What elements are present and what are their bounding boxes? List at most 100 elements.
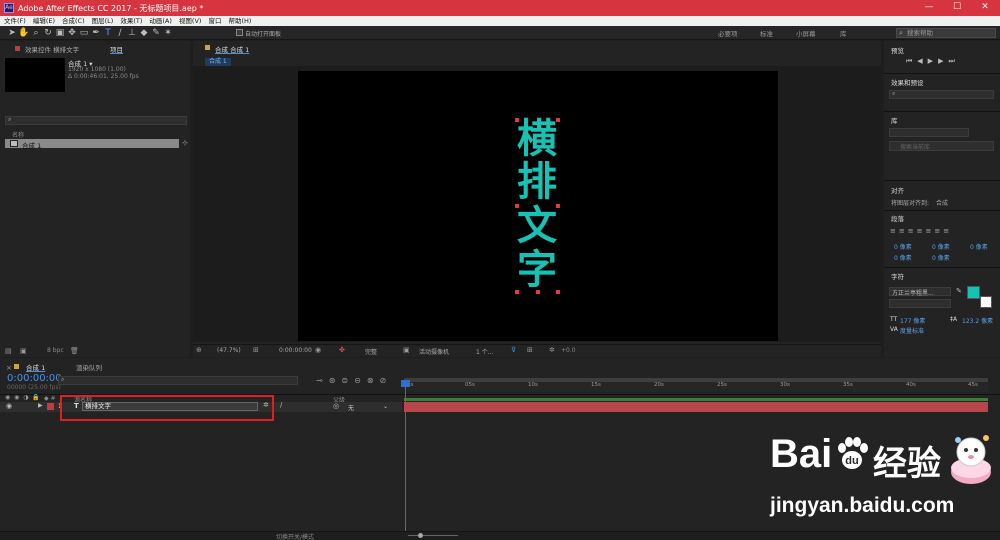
space-after-value[interactable]: 0 像素 [932, 253, 950, 262]
brush-tool-icon[interactable]: ∕ [114, 27, 126, 39]
workspace-essentials[interactable]: 必要项 [718, 28, 738, 38]
parent-pick-whip-icon[interactable]: ◎ [333, 402, 339, 410]
pen-tool-icon[interactable]: ✒ [90, 27, 102, 39]
hand-tool-icon[interactable]: ✋ [18, 27, 30, 39]
maximize-button[interactable]: ☐ [944, 1, 970, 14]
menu-animation[interactable]: 动画(A) [145, 16, 175, 26]
selection-tool-icon[interactable]: ➤ [6, 27, 18, 39]
project-search-input[interactable] [5, 116, 187, 125]
fill-color-swatch[interactable] [967, 286, 980, 299]
chevron-down-icon[interactable]: ⌄ [383, 403, 388, 410]
auto-open-checkbox[interactable] [236, 29, 243, 36]
menu-layer[interactable]: 图层(L) [88, 16, 117, 26]
menu-file[interactable]: 文件(F) [0, 16, 29, 26]
menu-composition[interactable]: 合成(C) [58, 16, 88, 26]
camera-select[interactable]: 活动摄像机 [419, 347, 449, 356]
menu-window[interactable]: 窗口 [204, 16, 224, 26]
transform-handle[interactable] [556, 290, 560, 294]
workspace-small-screen[interactable]: 小屏幕 [796, 28, 816, 38]
visibility-eye-icon[interactable]: ◉ [6, 402, 12, 410]
clone-tool-icon[interactable]: ⊥ [126, 27, 138, 39]
layer-color-label[interactable] [47, 403, 54, 410]
font-size-value[interactable]: 177 像素 [900, 316, 925, 325]
first-line-indent-value[interactable]: 0 像素 [894, 253, 912, 262]
col-name-header[interactable]: 名称 [12, 130, 24, 139]
menu-help[interactable]: 帮助(H) [224, 16, 254, 26]
bpc-label[interactable]: 8 bpc [47, 347, 64, 354]
stroke-color-swatch[interactable] [980, 296, 992, 308]
rotate-tool-icon[interactable]: ↻ [42, 27, 54, 39]
toggle-switches-modes[interactable]: 切换开关/模式 [276, 532, 314, 540]
close-tab-icon[interactable]: × [6, 364, 12, 372]
breadcrumb[interactable]: 合成 1 [205, 58, 231, 66]
color-icon[interactable]: ✤ [339, 346, 345, 354]
library-select[interactable] [889, 128, 969, 137]
indent-right-value[interactable]: 0 像素 [970, 242, 988, 251]
space-before-value[interactable]: 0 像素 [932, 242, 950, 251]
new-comp-icon[interactable]: ▣ [20, 347, 27, 355]
zoom-tool-icon[interactable]: ⌕ [30, 27, 42, 39]
align-header[interactable]: 对齐 [891, 185, 904, 195]
quality-switch-icon[interactable]: ∕ [280, 401, 282, 409]
magnify-icon[interactable]: ⊕ [196, 346, 202, 354]
zoom-level[interactable]: (47.7%) [217, 347, 241, 354]
zoom-slider-thumb[interactable] [418, 533, 423, 538]
expand-layer-icon[interactable]: ▶ [38, 402, 43, 409]
timeline-search-input[interactable] [58, 376, 298, 385]
menu-effect[interactable]: 效果(T) [116, 16, 145, 26]
preview-header[interactable]: 预览 [891, 45, 904, 55]
eyedropper-icon[interactable]: ✎ [956, 287, 962, 295]
current-time[interactable]: 0:00:00:00 [7, 373, 62, 384]
transform-handle[interactable] [515, 118, 519, 122]
exposure-value[interactable]: +0.0 [561, 347, 576, 354]
pan-behind-tool-icon[interactable]: ✥ [66, 27, 78, 39]
workspace-standard[interactable]: 标准 [760, 28, 773, 38]
leading-value[interactable]: 123.2 像素 [962, 316, 993, 325]
resolution-select[interactable]: 完整 [365, 347, 377, 356]
rectangle-tool-icon[interactable]: ▭ [78, 27, 90, 39]
region-icon[interactable]: ▣ [403, 346, 410, 354]
camera-tool-icon[interactable]: ▣ [54, 27, 66, 39]
library-header[interactable]: 库 [891, 115, 898, 125]
align-to-select[interactable]: 合成 [936, 198, 948, 207]
character-header[interactable]: 字符 [891, 271, 904, 281]
tab-composition[interactable]: 合成 合成 1 [215, 44, 249, 54]
roto-tool-icon[interactable]: ✎ [150, 27, 162, 39]
playhead-line[interactable] [405, 382, 406, 540]
transform-handle[interactable] [515, 204, 519, 208]
fast-preview-icon[interactable]: ⊽ [511, 346, 516, 354]
kerning-value[interactable]: 度量标准 [900, 326, 924, 335]
transform-handle[interactable] [536, 290, 540, 294]
tab-render-queue[interactable]: 渲染队列 [76, 362, 102, 372]
timeline-switches[interactable]: ⊸⊛⊜⊝⊗⊘ [316, 376, 392, 385]
text-tool-icon[interactable]: T [102, 27, 114, 39]
transform-handle[interactable] [556, 204, 560, 208]
menu-view[interactable]: 视图(V) [175, 16, 205, 26]
menu-edit[interactable]: 编辑(E) [29, 16, 58, 26]
fit-icon[interactable]: ⊞ [253, 346, 259, 354]
trash-icon[interactable]: 🗑 [70, 347, 79, 355]
zoom-slider[interactable] [408, 535, 458, 536]
new-folder-icon[interactable]: ▤ [5, 347, 12, 355]
puppet-tool-icon[interactable]: ✶ [162, 27, 174, 39]
flowchart-icon[interactable]: ⊹ [182, 139, 188, 147]
tab-effect-controls[interactable]: 效果控件 横排文字 [25, 44, 79, 54]
viewer-timecode[interactable]: 0:00:00:00 [279, 347, 312, 354]
font-family-select[interactable]: 方正兰亭粗黑... [889, 287, 951, 297]
snapshot-icon[interactable]: ◉ [315, 346, 321, 354]
transform-handle[interactable] [556, 118, 560, 122]
time-ruler[interactable] [404, 382, 988, 392]
playback-controls[interactable]: ⏮◀▶▶⏭ [906, 57, 960, 66]
font-style-select[interactable] [889, 299, 951, 308]
paragraph-align-buttons[interactable]: ≡≡≡≡≡≡≡ [890, 227, 952, 235]
workspace-library[interactable]: 库 [840, 28, 847, 38]
close-button[interactable]: ✕ [972, 1, 998, 14]
layer-duration-bar[interactable] [404, 402, 988, 412]
transform-handle[interactable] [515, 290, 519, 294]
grid-icon[interactable]: ⊞ [527, 346, 533, 354]
tab-timeline-comp[interactable]: 合成 1 [26, 362, 45, 372]
paragraph-header[interactable]: 段落 [891, 213, 904, 223]
search-help-input[interactable]: 搜索帮助 [896, 28, 996, 38]
exposure-icon[interactable]: ✲ [549, 346, 555, 354]
parent-select[interactable]: 无 [348, 403, 354, 412]
